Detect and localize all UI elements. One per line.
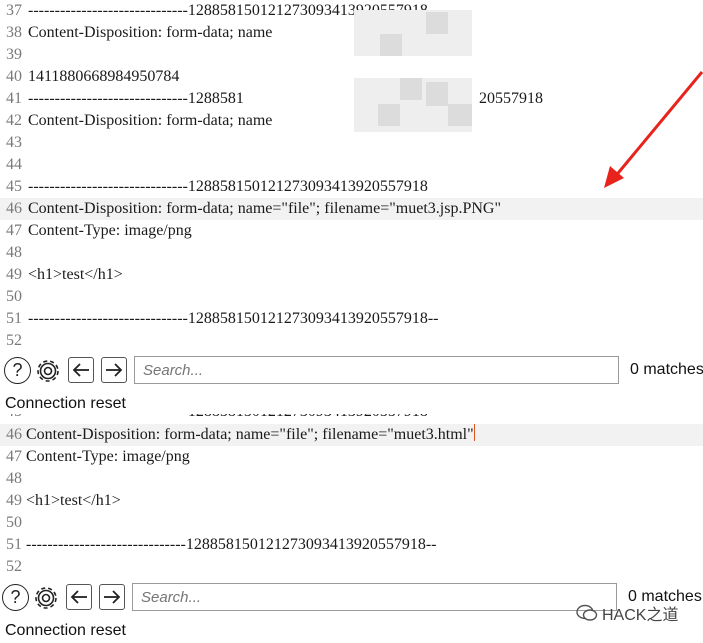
previous-match-button[interactable] [68,357,94,383]
line-number: 45 [0,414,22,423]
line-number: 44 [6,156,22,173]
editor-line: 50 [0,286,703,308]
line-number: 46 [6,426,22,443]
editor-line: 47 Content-Type: image/png [0,446,703,468]
previous-match-button[interactable] [66,584,92,610]
line-number: 46 [6,200,22,217]
arrow-right-icon [106,363,123,377]
status-text: Connection reset [5,622,126,639]
arrow-left-icon [72,363,89,377]
match-count: 0 matches [630,361,703,378]
line-text: <h1>test</h1> [28,266,123,283]
editor-line: 52 [0,330,703,352]
editor-line: 52 [0,556,703,578]
editor-line: 51 ------------------------------1288581… [0,308,703,330]
line-number: 52 [6,332,22,349]
bottom-editor[interactable]: 45 ------------------------------1288581… [0,414,703,579]
line-number: 50 [6,288,22,305]
editor-line: 47 Content-Type: image/png [0,220,703,242]
editor-line: 48 [0,468,703,490]
text-cursor [473,424,475,441]
line-number: 43 [6,134,22,151]
top-search-bar: ? 0 matches [0,352,703,390]
line-number: 38 [6,24,22,41]
line-number: 40 [6,68,22,85]
help-icon[interactable]: ? [2,584,29,611]
line-number: 41 [6,90,22,107]
line-number: 49 [6,492,22,509]
line-number: 51 [6,536,22,553]
arrow-right-icon [104,590,121,604]
search-input[interactable] [132,583,617,611]
help-icon[interactable]: ? [4,357,31,384]
line-number: 51 [6,310,22,327]
editor-line: 39 [0,44,703,66]
line-text: 1411880668984950784 [28,68,180,85]
search-input[interactable] [134,356,619,384]
editor-line: 49 <h1>test</h1> [0,490,703,512]
red-arrow-icon [604,71,703,188]
line-text: ------------------------------1288581 [28,90,244,107]
line-text: <h1>test</h1> [26,492,121,509]
line-number: 37 [6,2,22,19]
status-text: Connection reset [5,395,126,412]
line-text: Content-Disposition: form-data; name [28,24,273,41]
line-text: ------------------------------1288581501… [26,536,437,553]
line-number: 48 [6,470,22,487]
editor-line: 50 [0,512,703,534]
line-number: 47 [6,222,22,239]
line-text: Content-Disposition: form-data; name [28,112,273,129]
editor-line: 51 ------------------------------1288581… [0,534,703,556]
line-text: Content-Disposition: form-data; name="fi… [26,424,475,446]
line-number: 45 [6,178,22,195]
line-text-content: Content-Disposition: form-data; name="fi… [26,426,474,443]
editor-line: 48 [0,242,703,264]
editor-line: 37 ------------------------------1288581… [0,0,703,22]
top-editor[interactable]: 37 ------------------------------1288581… [0,0,703,352]
editor-line-current: 46 Content-Disposition: form-data; name=… [0,198,703,220]
editor-line: 38 Content-Disposition: form-data; name [0,22,703,44]
watermark: HACK之道 [576,601,678,625]
line-number: 42 [6,112,22,129]
line-text: Content-Type: image/png [26,448,190,465]
line-number: 47 [6,448,22,465]
line-text: ------------------------------1288581501… [28,414,428,423]
editor-line: 49 <h1>test</h1> [0,264,703,286]
wechat-logo-icon [576,604,598,621]
next-match-button[interactable] [99,584,125,610]
line-number: 52 [6,558,22,575]
line-number: 48 [6,244,22,261]
line-number: 39 [6,46,22,63]
line-text: ------------------------------1288581501… [28,310,439,327]
editor-line-partial: 45 ------------------------------1288581… [0,414,703,423]
line-number: 50 [6,514,22,531]
line-text-tail: 20557918 [479,90,543,107]
watermark-text: HACK之道 [602,607,679,624]
line-text: Content-Disposition: form-data; name="fi… [28,200,501,217]
editor-line-current: 46 Content-Disposition: form-data; name=… [0,424,703,446]
gear-icon[interactable] [31,583,61,613]
line-text: Content-Type: image/png [28,222,192,239]
arrow-left-icon [70,590,87,604]
gear-icon[interactable] [33,356,63,386]
next-match-button[interactable] [101,357,127,383]
line-number: 49 [6,266,22,283]
line-text: ------------------------------1288581501… [28,178,428,195]
